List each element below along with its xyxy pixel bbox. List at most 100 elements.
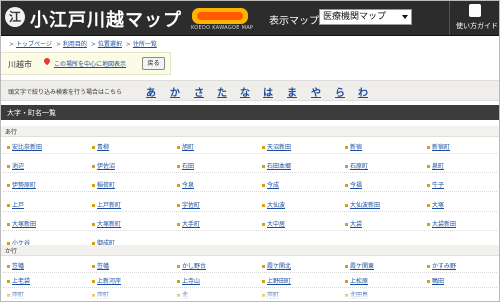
breadcrumb: > トップページ > 利用目的 > 位置選択 > 住所一覧 [7, 39, 157, 48]
town-link[interactable]: 大塚新町 [92, 219, 121, 228]
kana-ya[interactable]: や [311, 84, 321, 99]
town-link[interactable]: 伊佐沼 [92, 161, 115, 170]
town-link[interactable]: 鴨田 [427, 276, 444, 285]
kana-ka[interactable]: か [170, 84, 180, 99]
bullet-icon [427, 204, 430, 207]
kana-na[interactable]: な [240, 84, 250, 99]
breadcrumb-purpose[interactable]: 利用目的 [63, 41, 87, 48]
town-link[interactable]: 安比奈新田 [7, 142, 42, 151]
bullet-icon [7, 184, 10, 187]
town-name: 池辺 [12, 163, 25, 170]
town-name: 稲荷町 [97, 182, 116, 189]
town-link[interactable]: 池辺 [7, 161, 24, 170]
town-link[interactable]: 大仙波新田 [345, 200, 380, 209]
town-link[interactable]: 青柳 [92, 142, 109, 151]
town-link[interactable]: 霞ケ関東 [345, 261, 374, 270]
town-link[interactable]: 上老袋 [7, 276, 30, 285]
row-divider [3, 230, 497, 231]
show-map-here-link[interactable]: この場所を中心に地図表示 [54, 59, 126, 68]
town-link[interactable]: 上戸新町 [92, 200, 121, 209]
bullet-icon [345, 184, 348, 187]
town-name: 青柳 [97, 144, 110, 151]
current-location-box: 川越市 この場所を中心に地図表示 戻る [1, 52, 171, 75]
bullet-icon [262, 184, 265, 187]
kana-filter-label: 頭文字で絞り込み検索を行う場合はこちら [8, 89, 123, 96]
town-name: 霞ケ関北 [267, 263, 292, 270]
town-link[interactable]: 上新河岸 [92, 276, 121, 285]
town-link[interactable]: 石田 [177, 161, 194, 170]
map-select[interactable]: 医療機関マップ [319, 9, 412, 25]
app-frame: 江 小江戸川越マップ KOEDO KAWAGOE MAP 表示マップ： 医療機関… [0, 0, 500, 302]
row-divider [3, 272, 497, 273]
town-link[interactable]: かし野台 [177, 261, 206, 270]
town-link[interactable]: 今福 [345, 180, 362, 189]
town-link[interactable]: 霞ケ関北 [262, 261, 291, 270]
bullet-icon [262, 146, 265, 149]
town-link[interactable]: 新宿町 [427, 142, 450, 151]
town-link[interactable]: 今成 [262, 180, 279, 189]
kana-ma[interactable]: ま [287, 84, 297, 99]
bullet-icon [177, 204, 180, 207]
kana-ta[interactable]: た [217, 84, 227, 99]
kana-ra[interactable]: ら [335, 84, 345, 99]
breadcrumb-arrow-icon: > [9, 41, 15, 48]
town-link[interactable]: 大袋 [345, 219, 362, 228]
town-link[interactable]: 上戸 [7, 200, 24, 209]
kana-wa[interactable]: わ [358, 84, 368, 99]
bullet-icon [345, 265, 348, 268]
logo-mark: 江 [5, 7, 25, 27]
town-link[interactable]: 石原町 [345, 161, 368, 170]
town-link[interactable]: 天沼新田 [262, 142, 291, 151]
town-name: 旭町 [182, 144, 195, 151]
kana-ha[interactable]: は [263, 84, 273, 99]
town-link[interactable]: 大塚 [427, 200, 444, 209]
town-name: 上松原 [350, 278, 369, 285]
usage-guide-button[interactable]: 使い方ガイド [449, 1, 499, 35]
town-name: 大塚新町 [97, 221, 122, 228]
town-link[interactable]: 上寺山 [177, 276, 200, 285]
town-link[interactable]: 上野田町 [262, 276, 291, 285]
town-link[interactable]: 大中居 [262, 219, 285, 228]
bullet-icon [92, 184, 95, 187]
town-link[interactable]: 大手町 [177, 219, 200, 228]
town-name: 上戸 [12, 202, 25, 209]
town-link[interactable]: 新宿 [345, 142, 362, 151]
town-name: 笠幡 [12, 263, 25, 270]
bullet-icon [177, 184, 180, 187]
group-title: あ行 [5, 129, 18, 136]
map-logo-badge-inner [197, 12, 243, 20]
town-name: 牛子 [432, 182, 445, 189]
town-link[interactable]: 笠幡 [92, 261, 109, 270]
town-link[interactable]: 大仙波 [262, 200, 285, 209]
town-link[interactable]: 稲荷町 [92, 180, 115, 189]
map-select-value: 医療機関マップ [323, 12, 387, 22]
breadcrumb-separator: > [125, 41, 131, 48]
town-name: 上寺山 [182, 278, 201, 285]
breadcrumb-top[interactable]: トップページ [16, 41, 52, 48]
bullet-icon [92, 223, 95, 226]
town-link[interactable]: 大塚新田 [7, 219, 36, 228]
town-name: 霞ケ関東 [350, 263, 375, 270]
town-link[interactable]: 泉町 [427, 161, 444, 170]
map-pin-icon [42, 56, 52, 66]
book-icon [469, 4, 481, 17]
town-link[interactable]: 笠幡 [7, 261, 24, 270]
town-link[interactable]: 旭町 [177, 142, 194, 151]
town-link[interactable]: 今泉 [177, 180, 194, 189]
town-link[interactable]: 牛子 [427, 180, 444, 189]
town-link[interactable]: 大袋新田 [427, 219, 456, 228]
town-link[interactable]: 上松原 [345, 276, 368, 285]
back-button[interactable]: 戻る [142, 57, 165, 70]
town-link[interactable]: 伊勢原町 [7, 180, 36, 189]
breadcrumb-location[interactable]: 位置選択 [98, 41, 122, 48]
town-name: 大塚 [432, 202, 445, 209]
town-link[interactable]: 宇佐町 [177, 200, 200, 209]
town-link[interactable]: 石田本郷 [262, 161, 291, 170]
kana-sa[interactable]: さ [194, 84, 204, 99]
site-title[interactable]: 小江戸川越マップ [30, 6, 182, 32]
breadcrumb-address-list[interactable]: 住所一覧 [133, 41, 157, 48]
kana-a[interactable]: あ [146, 84, 156, 99]
chevron-down-icon [402, 15, 408, 19]
bullet-icon [345, 280, 348, 283]
town-link[interactable]: かすみ野 [427, 261, 456, 270]
